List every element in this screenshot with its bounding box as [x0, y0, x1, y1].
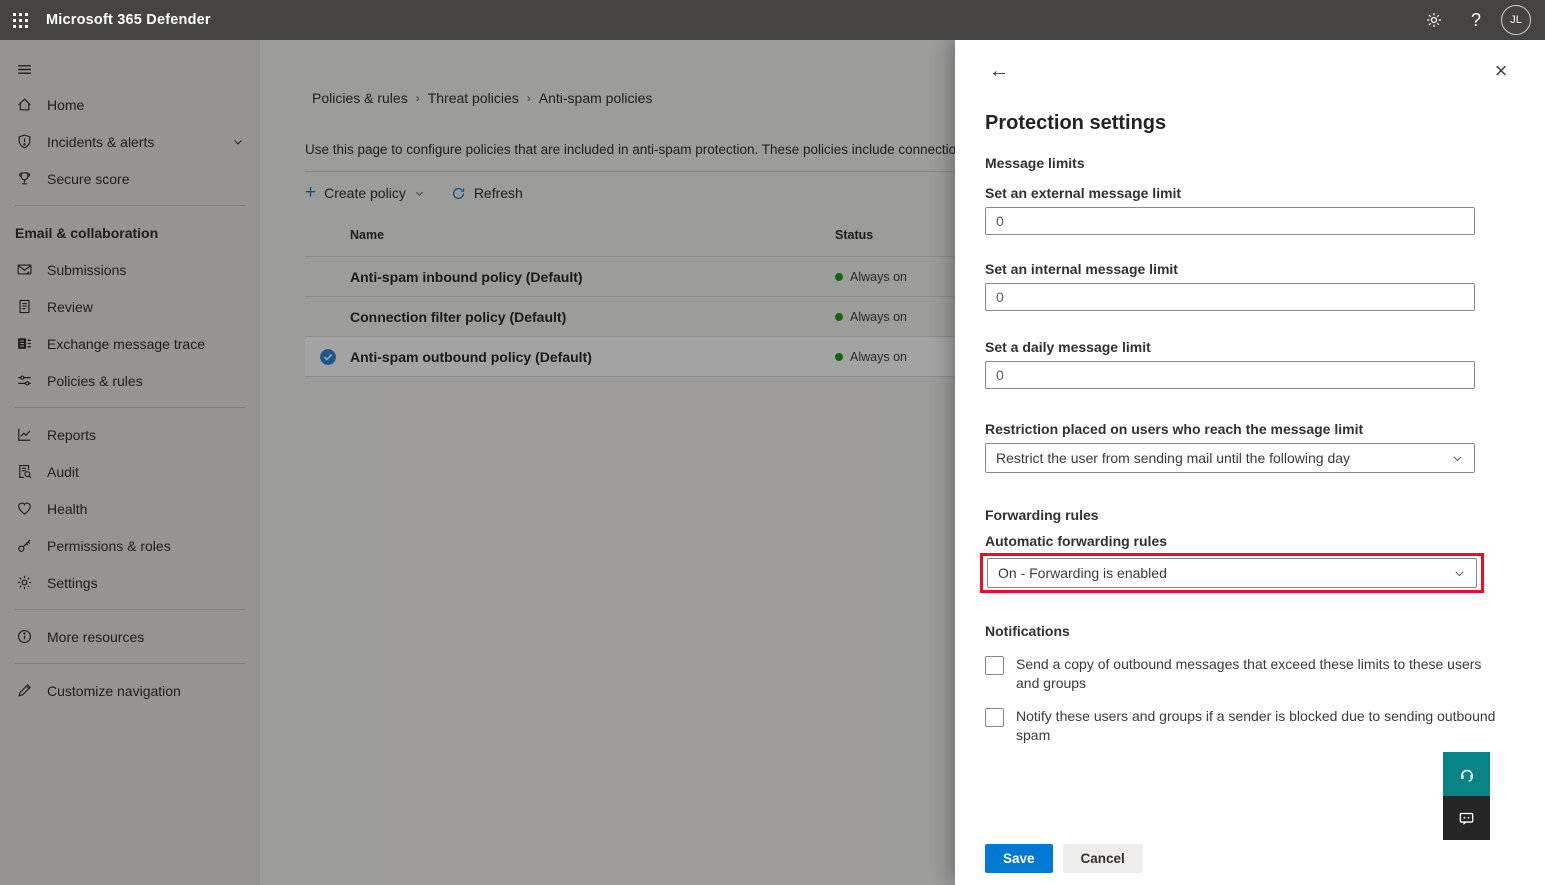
settings-gear-icon[interactable] [1417, 3, 1451, 37]
chevron-down-icon [1451, 452, 1464, 465]
back-button[interactable]: ← [985, 57, 1013, 85]
back-arrow-icon: ← [989, 61, 1009, 81]
auto-forwarding-label: Automatic forwarding rules [985, 533, 1515, 549]
external-limit-label: Set an external message limit [985, 185, 1515, 201]
external-limit-input[interactable] [985, 207, 1475, 235]
topbar-actions: ? JL [1417, 3, 1545, 37]
send-copy-checkbox-label: Send a copy of outbound messages that ex… [1016, 655, 1496, 693]
app-window: Microsoft 365 Defender ? JL Home [0, 0, 1545, 885]
auto-forwarding-dropdown[interactable]: On - Forwarding is enabled [987, 558, 1477, 588]
notify-checkbox-label: Notify these users and groups if a sende… [1016, 707, 1496, 745]
notify-checkbox[interactable] [985, 708, 1004, 727]
restriction-dropdown-value: Restrict the user from sending mail unti… [996, 450, 1451, 466]
section-notifications: Notifications [985, 623, 1515, 639]
section-message-limits: Message limits [985, 155, 1515, 171]
auto-forwarding-dropdown-value: On - Forwarding is enabled [998, 565, 1453, 581]
flyout-title: Protection settings [985, 112, 1515, 135]
red-highlight-annotation: On - Forwarding is enabled [980, 553, 1484, 593]
headset-icon [1457, 764, 1477, 784]
send-copy-checkbox-row: Send a copy of outbound messages that ex… [985, 655, 1515, 693]
flyout-header: ← × [985, 40, 1515, 90]
save-button[interactable]: Save [985, 844, 1053, 873]
close-icon: × [1495, 60, 1508, 82]
section-forwarding-rules: Forwarding rules [985, 507, 1515, 523]
restriction-dropdown[interactable]: Restrict the user from sending mail unti… [985, 443, 1475, 473]
notify-checkbox-row: Notify these users and groups if a sende… [985, 707, 1515, 745]
chat-feedback-icon [1457, 809, 1476, 828]
account-avatar[interactable]: JL [1501, 5, 1531, 35]
flyout-actions: Save Cancel [985, 844, 1143, 873]
app-title[interactable]: Microsoft 365 Defender [46, 12, 211, 28]
support-button[interactable] [1443, 752, 1490, 796]
restriction-label: Restriction placed on users who reach th… [985, 421, 1515, 437]
cancel-button[interactable]: Cancel [1063, 844, 1143, 873]
send-copy-checkbox[interactable] [985, 656, 1004, 675]
daily-limit-input[interactable] [985, 361, 1475, 389]
waffle-icon [13, 13, 28, 28]
daily-limit-label: Set a daily message limit [985, 339, 1515, 355]
internal-limit-input[interactable] [985, 283, 1475, 311]
app-launcher-waffle-icon[interactable] [0, 0, 40, 40]
close-button[interactable]: × [1487, 57, 1515, 85]
top-bar: Microsoft 365 Defender ? JL [0, 0, 1545, 40]
internal-limit-label: Set an internal message limit [985, 261, 1515, 277]
help-icon[interactable]: ? [1459, 3, 1493, 37]
feedback-button[interactable] [1443, 796, 1490, 840]
protection-settings-flyout: ← × Protection settings Message limits S… [955, 40, 1545, 885]
chevron-down-icon [1453, 567, 1466, 580]
helper-buttons [1443, 752, 1490, 840]
